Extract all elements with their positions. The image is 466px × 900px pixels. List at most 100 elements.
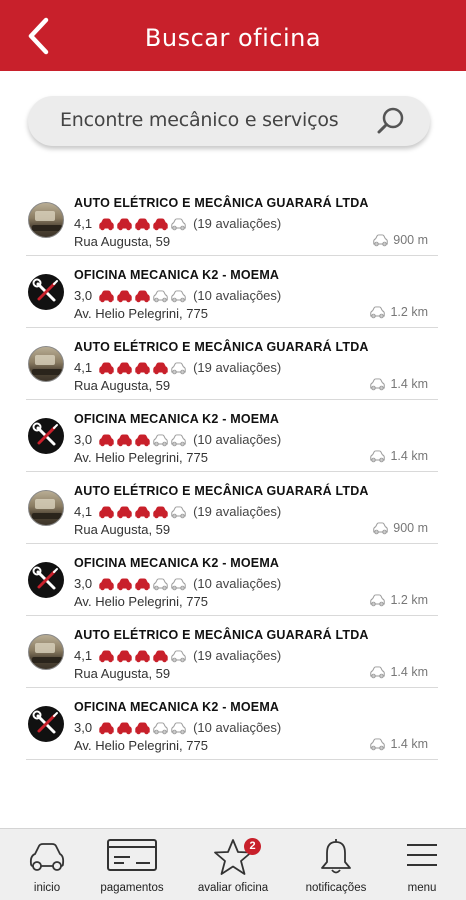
- nav-label-pagamentos: pagamentos: [100, 882, 164, 894]
- distance-value: 1.4 km: [390, 376, 428, 391]
- workshop-row[interactable]: OFICINA MECANICA K2 - MOEMA 3,0 (10 avalia…: [26, 544, 438, 616]
- nav-item-menu[interactable]: menu: [396, 829, 448, 900]
- review-count: (19 avaliações): [193, 359, 282, 375]
- workshop-row[interactable]: OFICINA MECANICA K2 - MOEMA 3,0 (10 avalia…: [26, 688, 438, 760]
- workshop-address: Rua Augusta, 59: [74, 378, 171, 393]
- app-header: Buscar oficina: [0, 0, 466, 71]
- distance-car-icon: [370, 450, 386, 463]
- rating-filled-car-icon: [135, 361, 150, 374]
- bell-icon: [321, 839, 351, 874]
- rating-empty-car-icon: [171, 577, 186, 590]
- rating-filled-car-icon: [135, 721, 150, 734]
- review-count: (19 avaliações): [193, 647, 282, 663]
- workshop-row[interactable]: AUTO ELÉTRICO E MECÂNICA GUARARÁ LTDA 4,1…: [26, 472, 438, 544]
- rating-filled-car-icon: [117, 289, 132, 302]
- workshop-distance: 1.4 km: [369, 448, 428, 463]
- distance-car-icon: [370, 378, 386, 391]
- workshop-distance: 1.4 km: [369, 664, 428, 679]
- wrench-screwdriver-icon: [32, 566, 58, 590]
- workshop-row[interactable]: AUTO ELÉTRICO E MECÂNICA GUARARÁ LTDA 4,1…: [26, 184, 438, 256]
- rating-value: 3,0: [74, 575, 93, 591]
- rating-value: 4,1: [74, 647, 93, 663]
- workshop-distance: 1.2 km: [369, 592, 428, 607]
- workshop-row[interactable]: AUTO ELÉTRICO E MECÂNICA GUARARÁ LTDA 4,1…: [26, 328, 438, 400]
- rating-cars: [98, 576, 187, 591]
- search-placeholder: Encontre mecânico e serviços: [60, 109, 339, 131]
- rating-empty-car-icon: [171, 721, 186, 734]
- rating-empty-car-icon: [153, 433, 168, 446]
- workshop-row[interactable]: AUTO ELÉTRICO E MECÂNICA GUARARÁ LTDA 4,1…: [26, 616, 438, 688]
- rating-empty-car-icon: [171, 433, 186, 446]
- distance-car-icon: [370, 306, 386, 319]
- review-count: (19 avaliações): [193, 215, 282, 231]
- workshop-name: OFICINA MECANICA K2 - MOEMA: [74, 412, 280, 426]
- workshop-row[interactable]: OFICINA MECANICA K2 - MOEMA 3,0 (10 avalia…: [26, 400, 438, 472]
- rating-filled-car-icon: [117, 433, 132, 446]
- rating-line: 3,0 (10 avaliações): [74, 575, 281, 591]
- workshop-address: Av. Helio Pelegrini, 775: [74, 594, 208, 609]
- workshop-row[interactable]: OFICINA MECANICA K2 - MOEMA 3,0 (10 avalia…: [26, 256, 438, 328]
- distance-value: 1.2 km: [390, 304, 428, 319]
- rating-filled-car-icon: [99, 649, 114, 662]
- rating-line: 4,1 (19 avaliações): [74, 359, 281, 375]
- rating-empty-car-icon: [171, 649, 186, 662]
- distance-car-icon: [373, 234, 389, 247]
- rating-filled-car-icon: [99, 217, 114, 230]
- page-title: Buscar oficina: [144, 24, 322, 52]
- rating-line: 3,0 (10 avaliações): [74, 287, 281, 303]
- workshop-distance: 1.2 km: [369, 304, 428, 319]
- rating-filled-car-icon: [135, 505, 150, 518]
- rating-filled-car-icon: [117, 217, 132, 230]
- rating-cars: [98, 360, 187, 375]
- rating-filled-car-icon: [99, 289, 114, 302]
- review-count: (10 avaliações): [193, 719, 282, 735]
- rating-filled-car-icon: [135, 649, 150, 662]
- rating-filled-car-icon: [135, 433, 150, 446]
- nav-item-pagamentos[interactable]: pagamentos: [94, 829, 170, 900]
- rating-cars: [98, 504, 187, 519]
- rating-filled-car-icon: [153, 649, 168, 662]
- workshop-distance: 900 m: [372, 232, 428, 247]
- rating-filled-car-icon: [135, 577, 150, 590]
- rating-cars: [98, 216, 187, 231]
- nav-item-avaliar-oficina[interactable]: 2 avaliar oficina: [188, 829, 278, 900]
- rating-empty-car-icon: [171, 361, 186, 374]
- workshop-address: Av. Helio Pelegrini, 775: [74, 450, 208, 465]
- rating-filled-car-icon: [117, 649, 132, 662]
- rating-filled-car-icon: [135, 289, 150, 302]
- distance-value: 1.4 km: [390, 736, 428, 751]
- rating-filled-car-icon: [153, 505, 168, 518]
- workshop-name: AUTO ELÉTRICO E MECÂNICA GUARARÁ LTDA: [74, 484, 369, 498]
- rating-empty-car-icon: [153, 721, 168, 734]
- rating-filled-car-icon: [117, 505, 132, 518]
- rating-line: 3,0 (10 avaliações): [74, 431, 281, 447]
- rating-value: 4,1: [74, 215, 93, 231]
- workshop-name: AUTO ELÉTRICO E MECÂNICA GUARARÁ LTDA: [74, 196, 369, 210]
- wrench-screwdriver-icon: [32, 278, 58, 302]
- rating-empty-car-icon: [171, 505, 186, 518]
- distance-value: 1.4 km: [390, 448, 428, 463]
- search-icon[interactable]: [376, 106, 406, 136]
- distance-value: 900 m: [393, 232, 428, 247]
- rating-value: 4,1: [74, 503, 93, 519]
- distance-car-icon: [373, 522, 389, 535]
- rating-line: 4,1 (19 avaliações): [74, 647, 281, 663]
- rating-cars: [98, 432, 187, 447]
- card-icon: [107, 839, 157, 871]
- workshop-address: Av. Helio Pelegrini, 775: [74, 738, 208, 753]
- nav-item-inicio[interactable]: inicio: [14, 829, 80, 900]
- rating-cars: [98, 288, 187, 303]
- workshop-address: Rua Augusta, 59: [74, 666, 171, 681]
- review-count: (19 avaliações): [193, 503, 282, 519]
- nav-item-notificacoes[interactable]: notificações: [296, 829, 376, 900]
- search-input[interactable]: Encontre mecânico e serviços: [28, 96, 430, 146]
- rating-filled-car-icon: [99, 505, 114, 518]
- rating-line: 4,1 (19 avaliações): [74, 215, 281, 231]
- workshop-avatar: [28, 274, 64, 310]
- nav-label-inicio: inicio: [33, 882, 61, 894]
- workshop-avatar: [28, 202, 64, 238]
- rating-value: 3,0: [74, 287, 93, 303]
- workshop-address: Rua Augusta, 59: [74, 522, 171, 537]
- wrench-screwdriver-icon: [32, 710, 58, 734]
- distance-car-icon: [370, 594, 386, 607]
